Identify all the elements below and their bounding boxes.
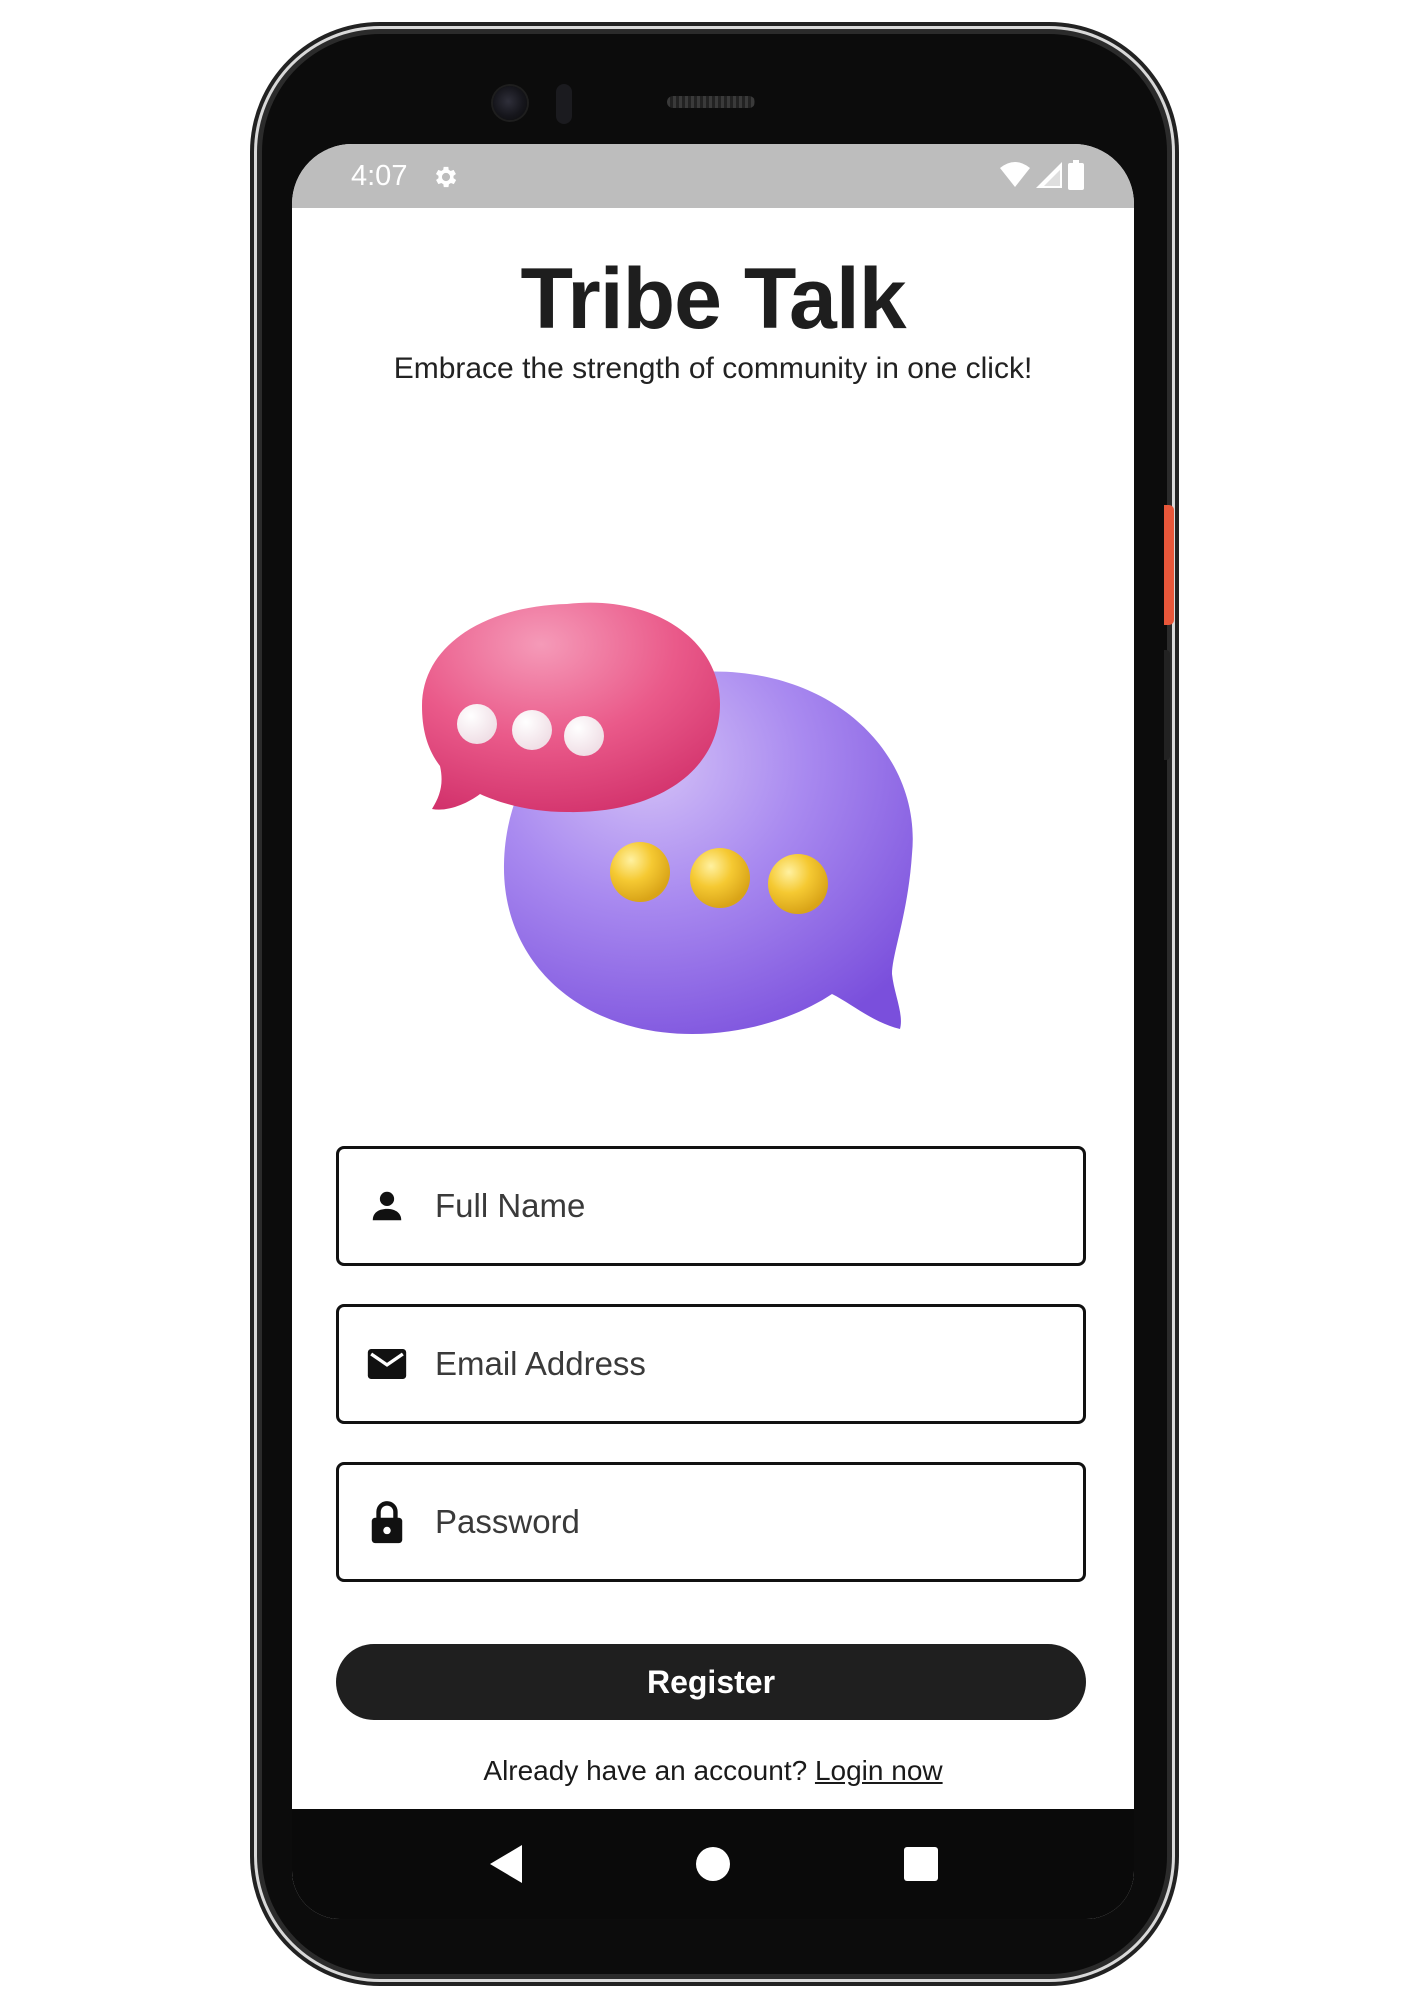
full-name-field[interactable]	[336, 1146, 1086, 1266]
mail-icon	[367, 1344, 407, 1384]
login-prompt: Already have an account? Login now	[292, 1755, 1134, 1787]
password-field[interactable]	[336, 1462, 1086, 1582]
status-bar: 4:07	[292, 144, 1134, 208]
battery-icon	[1068, 159, 1084, 195]
app-subtitle: Embrace the strength of community in one…	[393, 352, 1033, 385]
password-input[interactable]	[435, 1503, 1055, 1541]
full-name-input[interactable]	[435, 1187, 1055, 1225]
app-title: Tribe Talk	[520, 251, 906, 347]
front-camera	[493, 86, 527, 120]
stage: 4:07 Tribe Talk Embrace the strength of …	[0, 0, 1414, 2000]
person-icon	[367, 1186, 407, 1226]
signal-icon	[1036, 161, 1062, 193]
volume-button	[1164, 650, 1170, 760]
status-time: 4:07	[351, 160, 408, 192]
recents-square-icon[interactable]	[896, 1839, 946, 1889]
proximity-sensor	[556, 84, 572, 124]
login-prompt-text: Already have an account?	[483, 1755, 808, 1786]
phone-screen: 4:07 Tribe Talk Embrace the strength of …	[292, 144, 1134, 1919]
gear-icon	[432, 163, 460, 191]
email-field[interactable]	[336, 1304, 1086, 1424]
navigation-bar	[292, 1809, 1134, 1919]
status-icons	[1000, 159, 1084, 195]
lock-icon	[367, 1501, 407, 1544]
register-button[interactable]: Register	[336, 1644, 1086, 1720]
wifi-icon	[1000, 161, 1030, 193]
email-input[interactable]	[435, 1345, 1055, 1383]
earpiece-speaker	[667, 96, 755, 108]
home-circle-icon[interactable]	[688, 1839, 738, 1889]
chat-bubbles-illustration	[392, 494, 1032, 1194]
power-button	[1164, 505, 1174, 625]
back-triangle-icon[interactable]	[482, 1839, 532, 1889]
login-now-link[interactable]: Login now	[815, 1755, 943, 1786]
